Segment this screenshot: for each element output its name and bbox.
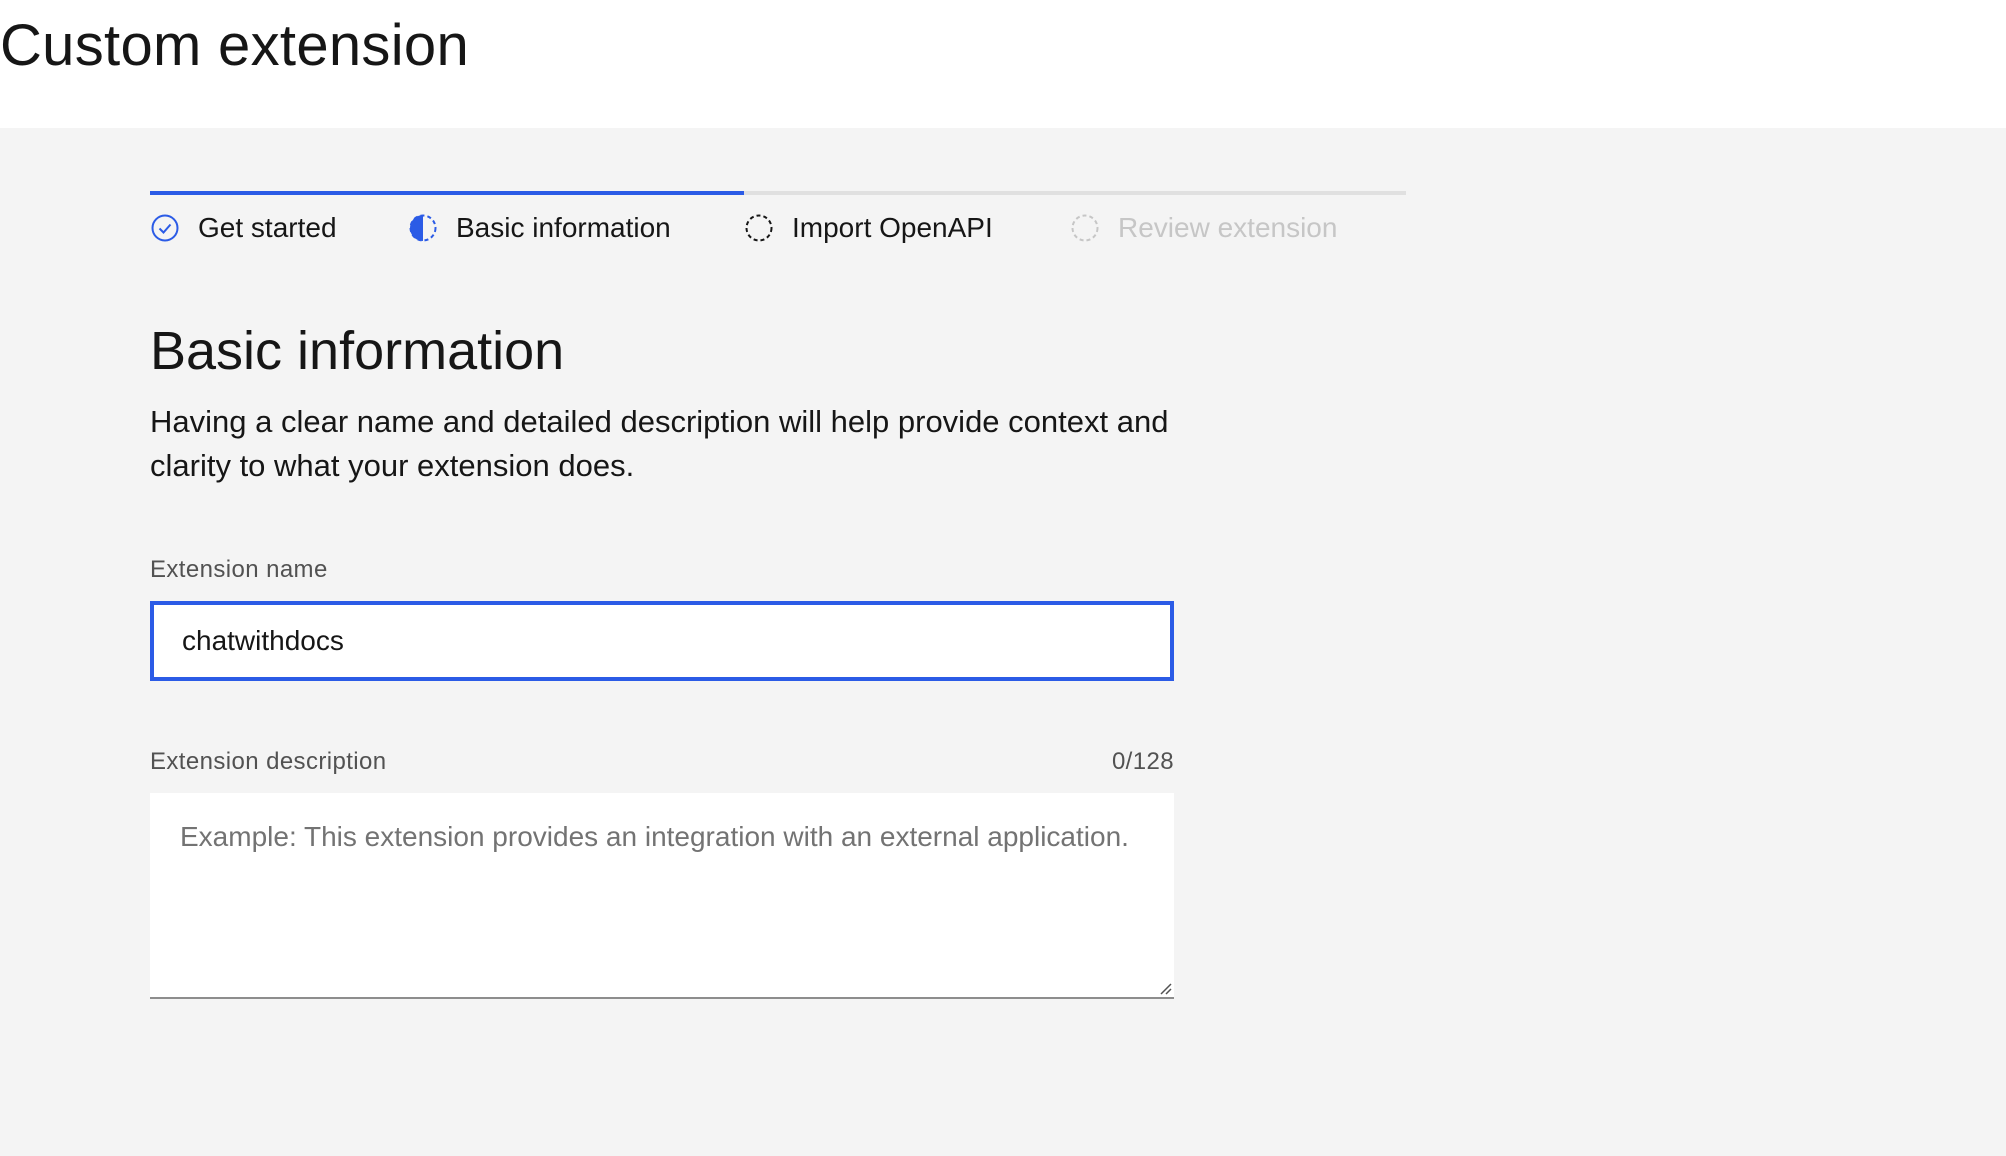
section-title: Basic information bbox=[150, 321, 565, 381]
step-label: Get started bbox=[198, 212, 337, 243]
step-review-extension: Review extension bbox=[1070, 206, 1337, 250]
extension-name-input[interactable] bbox=[150, 601, 1174, 681]
step-label: Review extension bbox=[1118, 212, 1338, 243]
page-header: Custom extension bbox=[0, 0, 2006, 128]
extension-description-label: Extension description bbox=[150, 748, 387, 775]
step-label: Basic information bbox=[456, 212, 671, 243]
resize-handle-icon[interactable] bbox=[1158, 981, 1172, 995]
progress-fill bbox=[150, 191, 744, 195]
section-description: Having a clear name and detailed descrip… bbox=[150, 404, 1169, 483]
dashed-circle-icon bbox=[744, 213, 774, 243]
page-title: Custom extension bbox=[0, 13, 470, 78]
step-basic-information[interactable]: Basic information bbox=[408, 206, 671, 250]
extension-name-label: Extension name bbox=[150, 556, 328, 583]
extension-description-textarea[interactable] bbox=[150, 793, 1174, 999]
dashed-circle-icon bbox=[1070, 213, 1100, 243]
step-label: Import OpenAPI bbox=[792, 212, 993, 243]
half-circle-icon bbox=[408, 213, 438, 243]
step-get-started[interactable]: Get started bbox=[150, 206, 337, 250]
step-import-openapi[interactable]: Import OpenAPI bbox=[744, 206, 993, 250]
checkmark-circle-icon bbox=[150, 213, 180, 243]
character-counter: 0/128 bbox=[1111, 748, 1174, 775]
